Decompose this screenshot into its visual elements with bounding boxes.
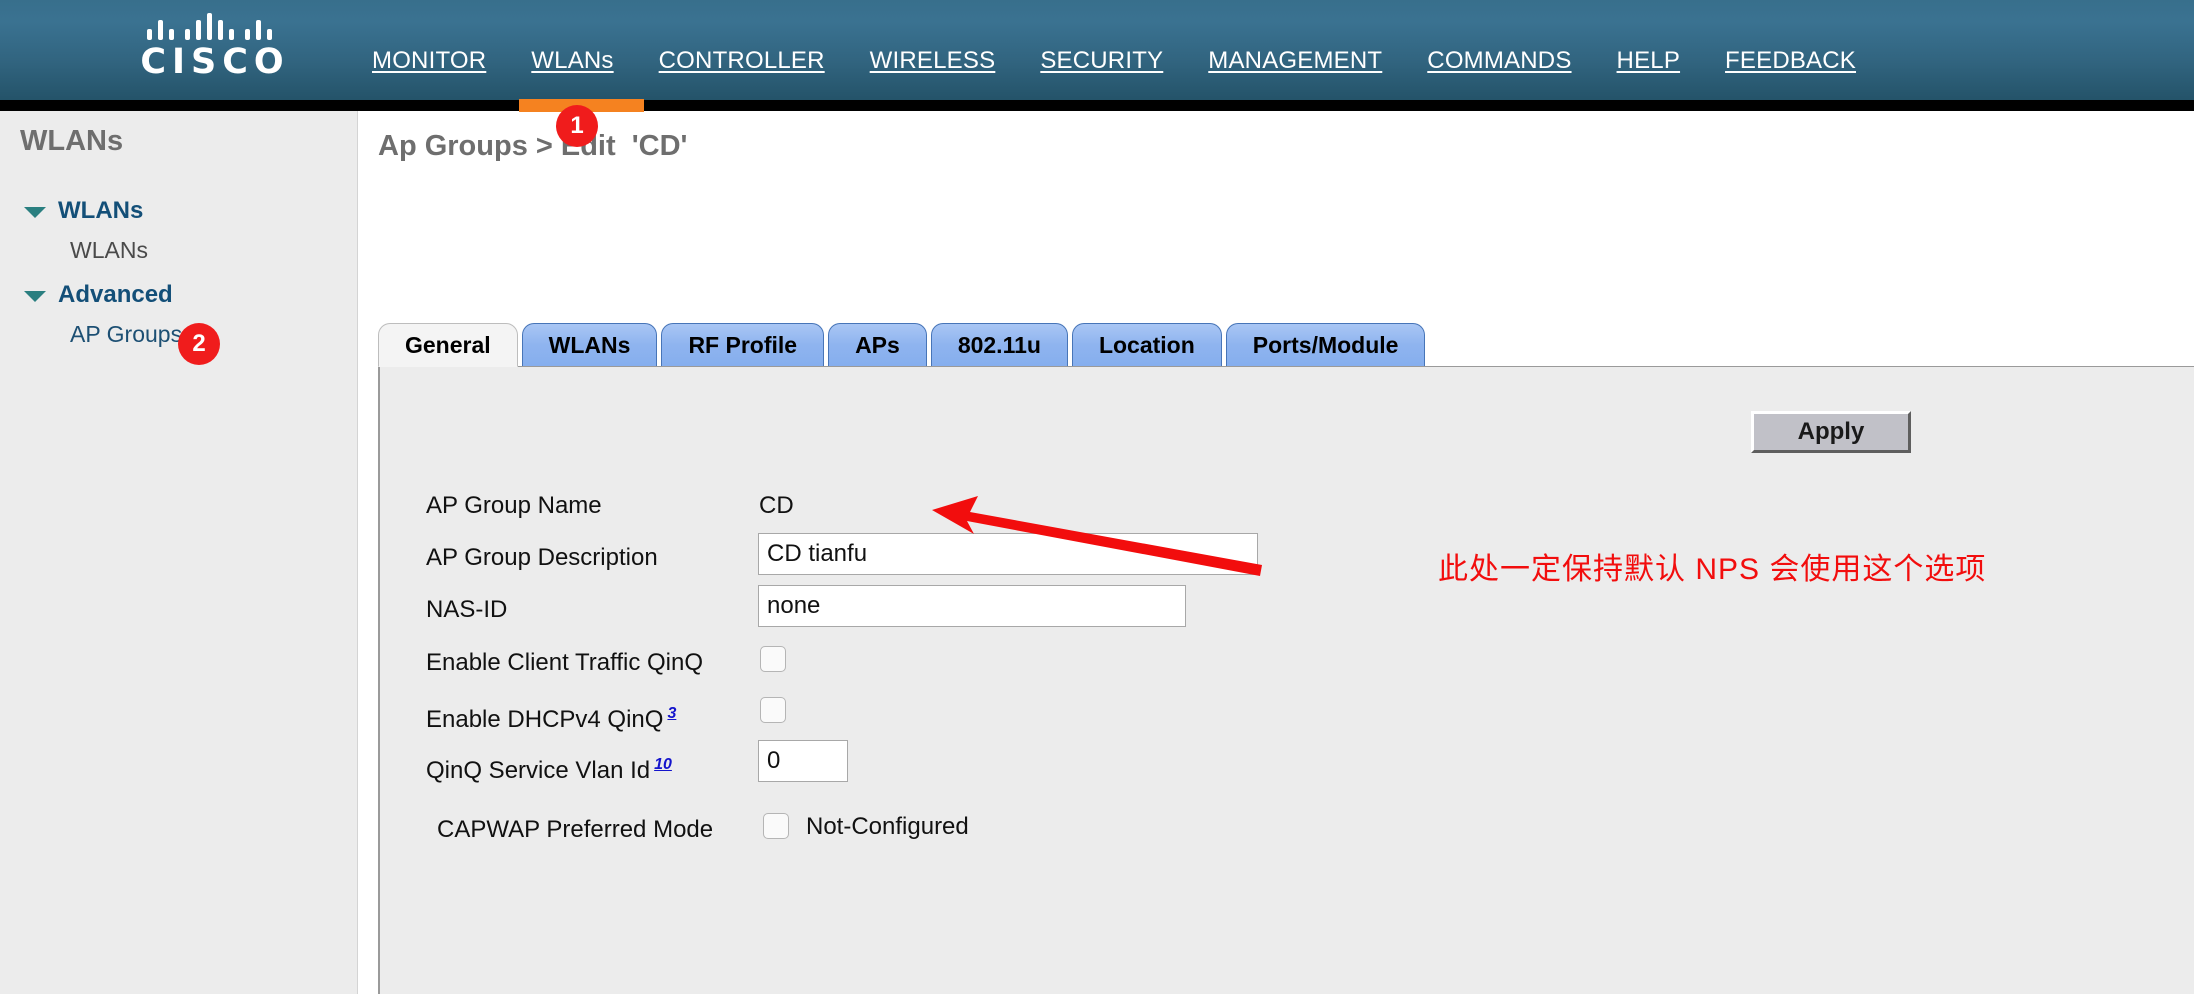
row-enable-client-traffic-qinq: Enable Client Traffic QinQ <box>359 646 1959 698</box>
capwap-preferred-mode-checkbox[interactable] <box>763 813 789 839</box>
step-badge-1: 1 <box>556 105 598 147</box>
nas-id-label: NAS-ID <box>426 596 508 623</box>
tab-location[interactable]: Location <box>1071 323 1222 367</box>
sidebar-item-wlans[interactable]: WLANs <box>0 231 358 269</box>
sidebar-item-label: AP Groups <box>70 321 183 347</box>
footnote-link-10[interactable]: 10 <box>654 756 672 773</box>
tab-ports-module[interactable]: Ports/Module <box>1225 323 1426 367</box>
step-badge-2: 2 <box>178 323 220 365</box>
caret-down-icon[interactable] <box>24 291 46 302</box>
footnote-link-3[interactable]: 3 <box>667 705 676 722</box>
cisco-bars-icon <box>147 12 279 40</box>
tab-802-11u[interactable]: 802.11u <box>930 323 1068 367</box>
sidebar-group-header-wlans[interactable]: WLANs <box>0 191 358 231</box>
enable-dhcpv4-qinq-label: Enable DHCPv4 QinQ 3 <box>426 697 676 737</box>
nav-item-label: HELP <box>1616 47 1681 74</box>
banner-divider <box>0 100 2194 111</box>
sidebar: WLANs WLANs WLANs Advanced AP Groups <box>0 111 358 994</box>
qinq-service-vlan-id-label-text: QinQ Service Vlan Id <box>426 757 651 784</box>
nav-item-label: FEEDBACK <box>1725 47 1857 74</box>
qinq-service-vlan-id-label: QinQ Service Vlan Id 10 <box>426 748 672 788</box>
tab-wlans[interactable]: WLANs <box>521 323 658 367</box>
tab-label: WLANs <box>548 332 631 358</box>
tab-label: Location <box>1098 332 1195 358</box>
caret-down-icon[interactable] <box>24 207 46 218</box>
sidebar-item-label: WLANs <box>70 237 148 263</box>
tab-label: General <box>405 332 491 358</box>
nav-item-wlans[interactable]: WLANs <box>531 45 613 77</box>
sidebar-tree: WLANs WLANs Advanced AP Groups <box>0 191 358 359</box>
nav-item-label: WLANs <box>531 47 614 74</box>
nav-item-label: MONITOR <box>372 47 487 74</box>
capwap-preferred-mode-label: CAPWAP Preferred Mode <box>437 816 714 843</box>
tab-label: 802.11u <box>957 332 1041 358</box>
row-capwap-preferred-mode: CAPWAP Preferred Mode Not-Configured <box>359 813 1959 865</box>
enable-client-traffic-qinq-checkbox[interactable] <box>760 646 786 672</box>
cisco-logo[interactable]: CISCO <box>103 8 323 92</box>
annotation-text: 此处一定保持默认 NPS 会使用这个选项 <box>1438 553 1987 586</box>
tab-label: Ports/Module <box>1252 332 1399 358</box>
nav-item-label: CONTROLLER <box>658 47 825 74</box>
nav-item-label: WIRELESS <box>869 47 996 74</box>
nav-item-help[interactable]: HELP <box>1617 45 1681 77</box>
nav-item-controller[interactable]: CONTROLLER <box>659 45 825 77</box>
sidebar-group-wlans: WLANs WLANs <box>0 191 358 269</box>
enable-dhcpv4-qinq-checkbox[interactable] <box>760 697 786 723</box>
ap-group-description-input[interactable] <box>758 533 1258 575</box>
sidebar-group-header-advanced[interactable]: Advanced <box>0 275 358 315</box>
tab-general[interactable]: General <box>378 323 518 367</box>
sidebar-title: WLANs <box>20 125 124 157</box>
row-nas-id: NAS-ID <box>359 585 1959 645</box>
nav-item-label: SECURITY <box>1040 47 1164 74</box>
row-enable-dhcpv4-qinq: Enable DHCPv4 QinQ 3 <box>359 697 1959 749</box>
qinq-service-vlan-id-input[interactable] <box>758 740 848 782</box>
apply-button[interactable]: Apply <box>1751 411 1911 453</box>
tab-rf-profile[interactable]: RF Profile <box>661 323 825 367</box>
tab-bar: General WLANs RF Profile APs 802.11u Location… <box>378 323 1429 367</box>
tab-label: RF Profile <box>688 332 798 358</box>
ap-group-description-label: AP Group Description <box>426 544 658 571</box>
nav-item-label: COMMANDS <box>1427 47 1572 74</box>
tab-aps[interactable]: APs <box>828 323 927 367</box>
sidebar-group-label: WLANs <box>58 197 144 224</box>
page-title: Ap Groups > Edit 'CD' <box>378 130 688 162</box>
tab-label: APs <box>855 332 900 358</box>
row-qinq-service-vlan-id: QinQ Service Vlan Id 10 <box>359 740 1959 800</box>
nas-id-input[interactable] <box>758 585 1186 627</box>
nav-item-feedback[interactable]: FEEDBACK <box>1725 45 1856 77</box>
nav-item-security[interactable]: SECURITY <box>1040 45 1163 77</box>
nav-item-commands[interactable]: COMMANDS <box>1427 45 1571 77</box>
enable-dhcpv4-qinq-label-text: Enable DHCPv4 QinQ <box>426 706 664 733</box>
top-banner: CISCO MONITOR WLANs CONTROLLER WIRELESS SECU… <box>0 0 2194 100</box>
capwap-preferred-mode-value: Not-Configured <box>806 813 969 840</box>
sidebar-group-label: Advanced <box>58 281 173 308</box>
nav-item-wireless[interactable]: WIRELESS <box>870 45 996 77</box>
cisco-wlc-window: CISCO MONITOR WLANs CONTROLLER WIRELESS SECU… <box>0 0 2194 994</box>
cisco-wordmark: CISCO <box>140 42 290 82</box>
enable-client-traffic-qinq-label: Enable Client Traffic QinQ <box>426 649 704 676</box>
nav-item-label: MANAGEMENT <box>1208 47 1383 74</box>
ap-group-name-label: AP Group Name <box>426 492 602 519</box>
nav-item-management[interactable]: MANAGEMENT <box>1208 45 1382 77</box>
main-nav: MONITOR WLANs CONTROLLER WIRELESS SECURITY MA… <box>372 45 1856 85</box>
nav-item-monitor[interactable]: MONITOR <box>372 45 486 77</box>
ap-group-name-value: CD <box>759 492 794 519</box>
